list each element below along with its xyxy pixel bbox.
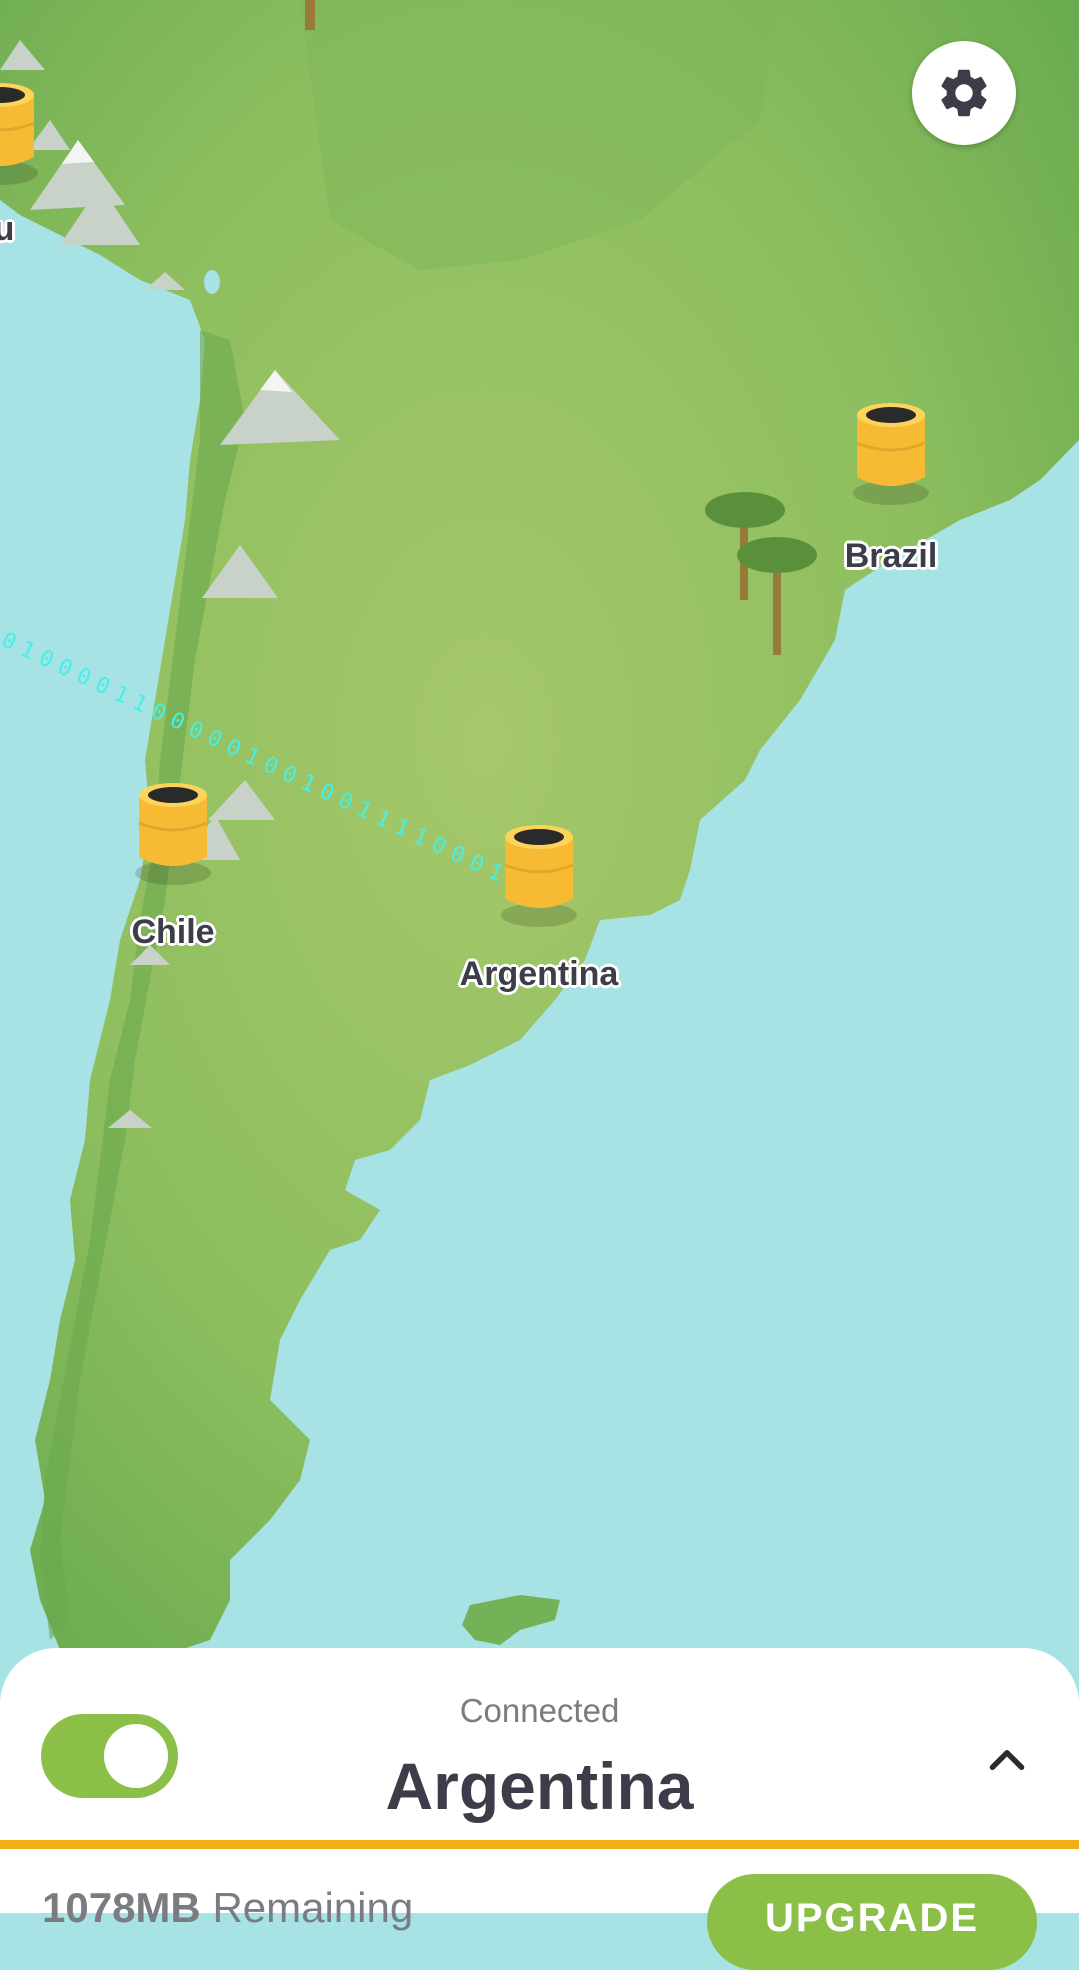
server-label-brazil: Brazil bbox=[844, 537, 938, 575]
lake bbox=[204, 270, 220, 294]
settings-button[interactable] bbox=[912, 41, 1016, 145]
panel-divider bbox=[0, 1840, 1079, 1849]
connected-country[interactable]: Argentina bbox=[0, 1748, 1079, 1824]
upgrade-button[interactable]: UPGRADE bbox=[707, 1874, 1037, 1970]
server-pin-brazil[interactable] bbox=[853, 403, 929, 505]
server-pin-chile[interactable] bbox=[135, 783, 211, 885]
data-remaining: 1078MB Remaining bbox=[42, 1884, 413, 1932]
server-label-chile: Chile bbox=[131, 913, 215, 951]
gear-icon bbox=[941, 69, 987, 117]
connection-panel: Connected Argentina 1078MB Remaining UPG… bbox=[0, 1648, 1079, 1970]
connection-status: Connected bbox=[459, 1692, 620, 1729]
server-label-argentina: Argentina bbox=[459, 955, 619, 993]
server-pin-peru[interactable] bbox=[0, 83, 38, 185]
data-label: Remaining bbox=[212, 1884, 414, 1931]
server-pin-argentina[interactable] bbox=[501, 825, 577, 927]
server-label-peru: u bbox=[0, 210, 15, 248]
chevron-up-icon[interactable] bbox=[982, 1734, 1032, 1784]
data-amount: 1078MB bbox=[42, 1884, 201, 1931]
